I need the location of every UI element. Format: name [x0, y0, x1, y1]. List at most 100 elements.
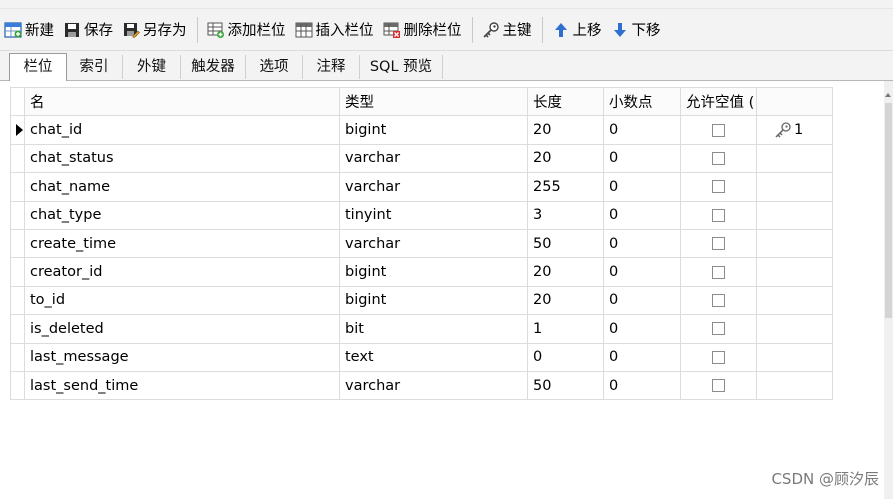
field-type-cell[interactable]: varchar: [339, 370, 528, 401]
nullable-checkbox[interactable]: [712, 350, 725, 364]
row-indicator[interactable]: [10, 314, 25, 344]
table-row[interactable]: chat_status varchar 20 0: [10, 143, 833, 174]
table-row[interactable]: last_message text 0 0: [10, 342, 833, 372]
tab-options[interactable]: 选项: [246, 55, 303, 79]
move-down-button[interactable]: 下移: [607, 15, 666, 45]
row-indicator[interactable]: [10, 285, 25, 316]
field-length-cell[interactable]: 20: [527, 143, 604, 174]
nullable-cell[interactable]: [680, 342, 757, 372]
table-row[interactable]: is_deleted bit 1 0: [10, 314, 833, 344]
add-column-button[interactable]: 添加栏位: [203, 15, 291, 45]
vertical-scrollbar[interactable]: [884, 81, 893, 499]
field-length-cell[interactable]: 50: [527, 228, 604, 259]
tab-foreign-keys[interactable]: 外键: [123, 55, 181, 79]
scrollbar-thumb[interactable]: [885, 103, 892, 318]
nullable-cell[interactable]: [680, 370, 757, 401]
nullable-cell[interactable]: [680, 228, 757, 259]
field-decimals-cell[interactable]: 0: [603, 370, 681, 401]
column-header-type[interactable]: 类型: [339, 86, 528, 117]
table-row[interactable]: chat_id bigint 20 0 1: [10, 115, 833, 145]
table-row[interactable]: creator_id bigint 20 0: [10, 257, 833, 287]
key-cell[interactable]: [756, 342, 833, 372]
field-name-cell[interactable]: to_id: [24, 285, 340, 316]
row-indicator[interactable]: [10, 257, 25, 287]
row-indicator[interactable]: [10, 115, 25, 145]
column-header-nullable[interactable]: 允许空值 (: [680, 86, 757, 117]
column-header-length[interactable]: 长度: [527, 86, 604, 117]
nullable-cell[interactable]: [680, 257, 757, 287]
table-row[interactable]: chat_name varchar 255 0: [10, 172, 833, 202]
field-name-cell[interactable]: creator_id: [24, 257, 340, 287]
save-as-button[interactable]: 另存为: [118, 15, 192, 45]
key-cell[interactable]: [756, 314, 833, 344]
nullable-checkbox[interactable]: [712, 151, 725, 165]
insert-column-button[interactable]: 插入栏位: [291, 15, 379, 45]
nullable-checkbox[interactable]: [712, 379, 725, 393]
nullable-checkbox[interactable]: [712, 180, 725, 194]
column-header-name[interactable]: 名: [24, 86, 340, 117]
field-length-cell[interactable]: 20: [527, 115, 604, 145]
nullable-checkbox[interactable]: [712, 293, 725, 307]
field-decimals-cell[interactable]: 0: [603, 143, 681, 174]
field-name-cell[interactable]: chat_name: [24, 172, 340, 202]
row-indicator[interactable]: [10, 172, 25, 202]
field-name-cell[interactable]: chat_type: [24, 200, 340, 230]
table-row[interactable]: chat_type tinyint 3 0: [10, 200, 833, 230]
nullable-cell[interactable]: [680, 285, 757, 316]
field-name-cell[interactable]: last_message: [24, 342, 340, 372]
field-type-cell[interactable]: text: [339, 342, 528, 372]
tab-triggers[interactable]: 触发器: [181, 55, 246, 79]
field-decimals-cell[interactable]: 0: [603, 228, 681, 259]
nullable-cell[interactable]: [680, 200, 757, 230]
key-cell[interactable]: [756, 285, 833, 316]
row-indicator[interactable]: [10, 200, 25, 230]
key-cell[interactable]: [756, 257, 833, 287]
table-row[interactable]: create_time varchar 50 0: [10, 228, 833, 259]
primary-key-button[interactable]: 主键: [478, 15, 537, 45]
field-length-cell[interactable]: 3: [527, 200, 604, 230]
field-name-cell[interactable]: last_send_time: [24, 370, 340, 401]
field-type-cell[interactable]: bit: [339, 314, 528, 344]
field-decimals-cell[interactable]: 0: [603, 285, 681, 316]
field-type-cell[interactable]: varchar: [339, 228, 528, 259]
field-type-cell[interactable]: bigint: [339, 257, 528, 287]
field-name-cell[interactable]: is_deleted: [24, 314, 340, 344]
save-button[interactable]: 保存: [59, 15, 118, 45]
field-length-cell[interactable]: 255: [527, 172, 604, 202]
field-type-cell[interactable]: bigint: [339, 115, 528, 145]
nullable-checkbox[interactable]: [712, 123, 725, 137]
tab-fields[interactable]: 栏位: [9, 53, 67, 81]
move-up-button[interactable]: 上移: [548, 15, 607, 45]
nullable-cell[interactable]: [680, 115, 757, 145]
key-cell[interactable]: 1: [756, 115, 833, 145]
column-header-key[interactable]: [756, 86, 833, 117]
table-row[interactable]: to_id bigint 20 0: [10, 285, 833, 316]
nullable-cell[interactable]: [680, 172, 757, 202]
field-length-cell[interactable]: 1: [527, 314, 604, 344]
field-type-cell[interactable]: tinyint: [339, 200, 528, 230]
key-cell[interactable]: [756, 172, 833, 202]
key-cell[interactable]: [756, 370, 833, 401]
field-type-cell[interactable]: varchar: [339, 143, 528, 174]
tab-indexes[interactable]: 索引: [66, 55, 123, 79]
field-decimals-cell[interactable]: 0: [603, 115, 681, 145]
row-indicator[interactable]: [10, 143, 25, 174]
tab-comment[interactable]: 注释: [303, 55, 360, 79]
field-length-cell[interactable]: 20: [527, 285, 604, 316]
nullable-cell[interactable]: [680, 314, 757, 344]
nullable-checkbox[interactable]: [712, 322, 725, 336]
field-length-cell[interactable]: 20: [527, 257, 604, 287]
field-decimals-cell[interactable]: 0: [603, 200, 681, 230]
field-type-cell[interactable]: varchar: [339, 172, 528, 202]
key-cell[interactable]: [756, 143, 833, 174]
nullable-cell[interactable]: [680, 143, 757, 174]
delete-column-button[interactable]: 删除栏位: [379, 15, 467, 45]
table-row[interactable]: last_send_time varchar 50 0: [10, 370, 833, 401]
key-cell[interactable]: [756, 200, 833, 230]
column-header-decimals[interactable]: 小数点: [603, 86, 681, 117]
nullable-checkbox[interactable]: [712, 237, 725, 251]
key-cell[interactable]: [756, 228, 833, 259]
row-indicator[interactable]: [10, 228, 25, 259]
field-name-cell[interactable]: chat_id: [24, 115, 340, 145]
field-decimals-cell[interactable]: 0: [603, 342, 681, 372]
